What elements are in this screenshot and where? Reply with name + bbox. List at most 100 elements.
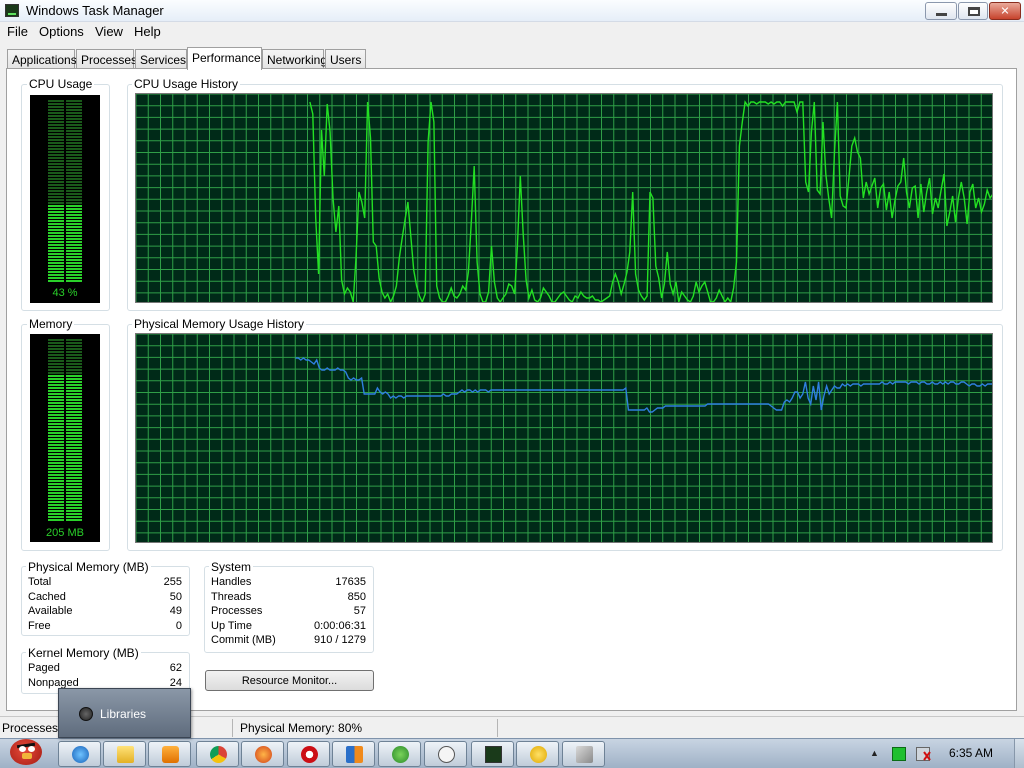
taskbar-button-messenger[interactable] (424, 741, 467, 767)
menu-help[interactable]: Help (134, 24, 161, 39)
memory-meter-segment (48, 453, 64, 455)
memory-meter-segment (66, 456, 82, 458)
cpu-meter-segment (48, 163, 64, 165)
memory-meter-segment (48, 471, 64, 473)
cpu-meter-segment (66, 169, 82, 171)
cpu-meter-segment (66, 268, 82, 270)
close-button[interactable]: ✕ (989, 2, 1021, 20)
bird-eye (19, 746, 26, 752)
memory-meter-segment (66, 513, 82, 515)
taskbar: ▲ 6:35 AM (0, 738, 1024, 768)
memory-meter-segment (66, 372, 82, 374)
taskbar-button-task-manager[interactable] (471, 741, 514, 767)
memory-meter-segment (66, 441, 82, 443)
stat-value: 57 (353, 605, 366, 617)
cpu-meter-segment (48, 262, 64, 264)
cpu-meter-segment (66, 247, 82, 249)
cpu-meter-segment (48, 178, 64, 180)
memory-meter-segment (66, 396, 82, 398)
memory-meter-segment (66, 495, 82, 497)
restore-icon (968, 7, 980, 16)
memory-value: 205 MB (46, 527, 84, 539)
cpu-meter-segment (66, 121, 82, 123)
cpu-meter-segment (66, 202, 82, 204)
cpu-meter-segment (48, 142, 64, 144)
stat-value: 910 / 1279 (314, 634, 366, 646)
menu-view[interactable]: View (95, 24, 123, 39)
clock[interactable]: 6:35 AM (949, 746, 993, 760)
tab-services[interactable]: Services (135, 49, 187, 69)
messenger-icon (438, 746, 455, 763)
cpu-meter-segment (48, 238, 64, 240)
maximize-button[interactable] (958, 2, 988, 20)
show-desktop-button[interactable] (1014, 739, 1024, 768)
cpu-meter-segment (66, 244, 82, 246)
cpu-meter-segment (66, 274, 82, 276)
memory-meter-segment (48, 447, 64, 449)
resource-monitor-button[interactable]: Resource Monitor... (205, 670, 374, 691)
taskbar-button-app[interactable] (332, 741, 375, 767)
tab-applications[interactable]: Applications (7, 49, 77, 69)
cpu-meter-segment (48, 217, 64, 219)
memory-meter-segment (66, 420, 82, 422)
taskbar-button-smiley[interactable] (516, 741, 559, 767)
taskbar-button-chrome[interactable] (196, 741, 239, 767)
cpu-meter-segment (48, 106, 64, 108)
menu-file[interactable]: File (7, 24, 28, 39)
cpu-meter-segment (66, 256, 82, 258)
cpu-meter-segment (48, 184, 64, 186)
taskbar-button-utorrent[interactable] (378, 741, 421, 767)
memory-meter-segment (48, 417, 64, 419)
cpu-meter-segment (66, 100, 82, 102)
utorrent-icon (392, 746, 409, 763)
memory-meter-segment (66, 402, 82, 404)
stat-total: Total 255 (28, 576, 182, 591)
stat-handles: Handles 17635 (211, 576, 366, 591)
memory-meter-segment (48, 510, 64, 512)
tray-expand-icon[interactable]: ▲ (870, 748, 879, 758)
cpu-meter-segment (66, 211, 82, 213)
cpu-meter-segment (48, 136, 64, 138)
memory-meter-segment (66, 339, 82, 341)
cpu-meter-segment (48, 124, 64, 126)
memory-meter-segment (48, 372, 64, 374)
cpu-meter-segment (48, 103, 64, 105)
tab-users[interactable]: Users (325, 49, 366, 69)
cpu-meter-bars (48, 100, 82, 282)
taskbar-button-media-player[interactable] (148, 741, 191, 767)
start-button[interactable] (4, 731, 46, 768)
memory-meter-segment (66, 411, 82, 413)
tab-networking[interactable]: Networking (262, 49, 327, 69)
taskbar-button-folder[interactable] (103, 741, 146, 767)
memory-meter-segment (48, 414, 64, 416)
memory-meter-segment (48, 384, 64, 386)
volume-muted-icon[interactable] (916, 747, 931, 761)
memory-meter-segment (48, 357, 64, 359)
cpu-meter-segment (48, 109, 64, 111)
cpu-meter-segment (48, 223, 64, 225)
memory-meter-segment (48, 405, 64, 407)
stat-label: Cached (28, 591, 66, 603)
menu-options[interactable]: Options (39, 24, 84, 39)
memory-meter-segment (48, 483, 64, 485)
memory-meter-segment (48, 351, 64, 353)
taskbar-button-opera[interactable] (287, 741, 330, 767)
memory-meter-segment (48, 348, 64, 350)
memory-meter-segment (48, 363, 64, 365)
cpu-meter-segment (48, 274, 64, 276)
tab-processes[interactable]: Processes (76, 49, 137, 69)
libraries-jumplist-popup[interactable]: Libraries (58, 688, 191, 738)
cpu-meter-segment (48, 208, 64, 210)
memory-meter-segment (66, 384, 82, 386)
internet-explorer-icon (72, 746, 89, 763)
taskbar-button-internet-explorer[interactable] (58, 741, 101, 767)
taskbar-button-tool[interactable] (562, 741, 605, 767)
memory-meter-segment (66, 378, 82, 380)
minimize-button[interactable] (925, 2, 957, 20)
cpu-meter-segment (66, 223, 82, 225)
cpu-meter-segment (66, 184, 82, 186)
cpu-history-chart (136, 94, 992, 302)
taskbar-button-firefox[interactable] (241, 741, 284, 767)
network-icon[interactable] (892, 747, 906, 761)
tab-performance[interactable]: Performance (187, 47, 262, 70)
